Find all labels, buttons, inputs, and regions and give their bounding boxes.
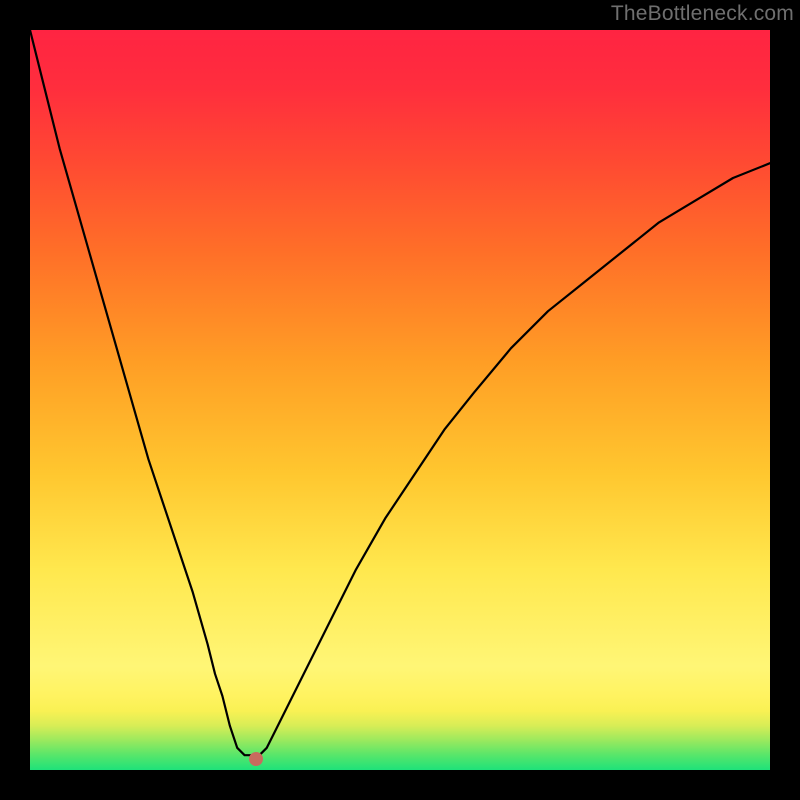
chart-frame: TheBottleneck.com (0, 0, 800, 800)
marker-dot (249, 752, 263, 766)
curve-svg (30, 30, 770, 770)
watermark-text: TheBottleneck.com (611, 2, 794, 26)
curve-series (30, 30, 770, 755)
chart-plot-area (30, 30, 770, 770)
